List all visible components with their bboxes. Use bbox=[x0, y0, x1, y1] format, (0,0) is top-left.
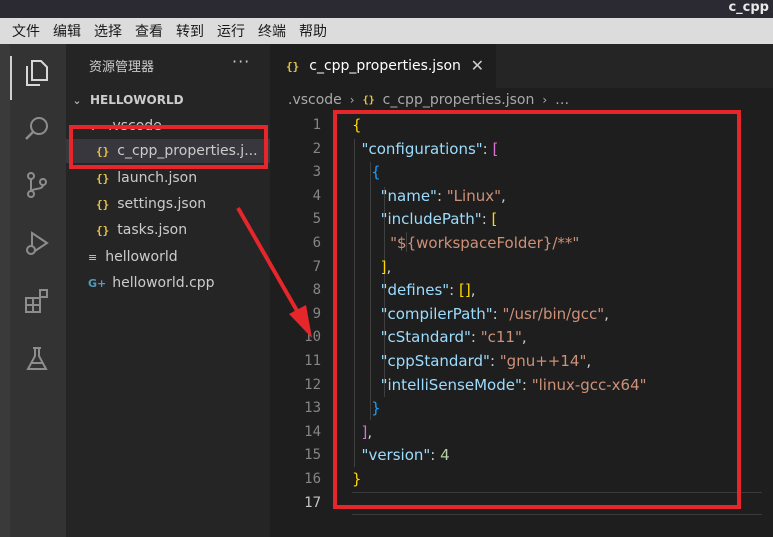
more-actions-button[interactable]: ··· bbox=[232, 52, 250, 71]
line-number: 11 bbox=[304, 352, 321, 369]
file-label: settings.json bbox=[117, 196, 207, 212]
menu-help[interactable]: 帮助 bbox=[299, 21, 327, 41]
chevron-down-icon: ⌄ bbox=[72, 93, 82, 107]
menu-selection[interactable]: 选择 bbox=[94, 21, 122, 41]
explorer-icon[interactable] bbox=[20, 56, 54, 90]
extensions-icon[interactable] bbox=[20, 284, 54, 318]
activity-bar bbox=[10, 44, 66, 537]
file-launch-json[interactable]: {} launch.json bbox=[66, 166, 270, 190]
tab-bar: {} c_cpp_properties.json ✕ bbox=[270, 44, 773, 88]
json-file-icon: {} bbox=[96, 223, 110, 237]
menu-bar: 文件 编辑 选择 查看 转到 运行 终端 帮助 bbox=[0, 18, 773, 44]
menu-file[interactable]: 文件 bbox=[12, 21, 40, 41]
json-file-icon: {} bbox=[96, 171, 110, 185]
line-number-current: 17 bbox=[304, 494, 321, 511]
file-helloworld[interactable]: ≡ helloworld bbox=[66, 245, 270, 269]
json-file-icon: {} bbox=[362, 94, 375, 106]
title-bar: c_cpp bbox=[0, 0, 773, 18]
line-number: 4 bbox=[312, 187, 321, 204]
active-indicator bbox=[10, 56, 12, 100]
highlight-box-file bbox=[69, 125, 268, 169]
workspace-root-label: HELLOWORLD bbox=[90, 93, 184, 107]
line-number: 9 bbox=[312, 305, 321, 322]
file-label: helloworld.cpp bbox=[112, 275, 215, 291]
source-control-icon[interactable] bbox=[20, 168, 54, 202]
line-number: 2 bbox=[312, 140, 321, 157]
tab-c-cpp-properties[interactable]: {} c_cpp_properties.json ✕ bbox=[270, 44, 496, 88]
line-number: 12 bbox=[304, 376, 321, 393]
close-icon[interactable]: ✕ bbox=[471, 56, 484, 75]
line-number: 15 bbox=[304, 447, 321, 464]
binary-file-icon: ≡ bbox=[88, 250, 98, 264]
chevron-right-icon: › bbox=[349, 93, 355, 107]
sidebar-title: 资源管理器 bbox=[89, 60, 155, 75]
file-label: tasks.json bbox=[117, 222, 188, 238]
search-icon[interactable] bbox=[20, 112, 54, 146]
line-number: 13 bbox=[304, 400, 321, 417]
line-number: 10 bbox=[304, 329, 321, 346]
menu-run[interactable]: 运行 bbox=[217, 21, 245, 41]
breadcrumb-file[interactable]: c_cpp_properties.json bbox=[383, 92, 535, 108]
json-file-icon: {} bbox=[286, 59, 300, 73]
menu-view[interactable]: 查看 bbox=[135, 21, 163, 41]
file-tasks-json[interactable]: {} tasks.json bbox=[66, 218, 270, 242]
line-number: 16 bbox=[304, 470, 321, 487]
highlight-box-code bbox=[333, 110, 741, 509]
line-number: 1 bbox=[312, 117, 321, 133]
breadcrumb: .vscode › {} c_cpp_properties.json › … bbox=[288, 90, 569, 110]
file-settings-json[interactable]: {} settings.json bbox=[66, 192, 270, 216]
file-label: launch.json bbox=[117, 170, 198, 186]
chevron-right-icon: › bbox=[542, 93, 548, 107]
line-number: 8 bbox=[312, 282, 321, 299]
menu-go[interactable]: 转到 bbox=[176, 21, 204, 41]
testing-icon[interactable] bbox=[20, 342, 54, 376]
run-debug-icon[interactable] bbox=[20, 226, 54, 260]
file-helloworld-cpp[interactable]: G+ helloworld.cpp bbox=[66, 271, 270, 295]
window-edge bbox=[0, 44, 10, 537]
line-number: 6 bbox=[312, 234, 321, 251]
menu-terminal[interactable]: 终端 bbox=[258, 21, 286, 41]
line-number: 7 bbox=[312, 258, 321, 275]
breadcrumb-more[interactable]: … bbox=[555, 92, 569, 108]
file-label: helloworld bbox=[105, 249, 178, 265]
menu-edit[interactable]: 编辑 bbox=[53, 21, 81, 41]
window-title: c_cpp bbox=[728, 0, 769, 15]
line-number: 5 bbox=[312, 211, 321, 228]
tab-label: c_cpp_properties.json bbox=[309, 58, 461, 74]
workspace-root[interactable]: ⌄ HELLOWORLD bbox=[66, 88, 270, 112]
cpp-file-icon: G+ bbox=[88, 276, 107, 290]
json-file-icon: {} bbox=[96, 197, 110, 211]
breadcrumb-folder[interactable]: .vscode bbox=[288, 92, 342, 108]
line-number-gutter: 1 2 3 4 5 6 7 8 9 10 11 12 13 14 15 16 1… bbox=[270, 114, 322, 515]
explorer-sidebar: 资源管理器 ··· ⌄ HELLOWORLD ⌄ .vscode {} c_cp… bbox=[66, 44, 270, 537]
line-number: 14 bbox=[304, 423, 321, 440]
line-number: 3 bbox=[312, 164, 321, 181]
